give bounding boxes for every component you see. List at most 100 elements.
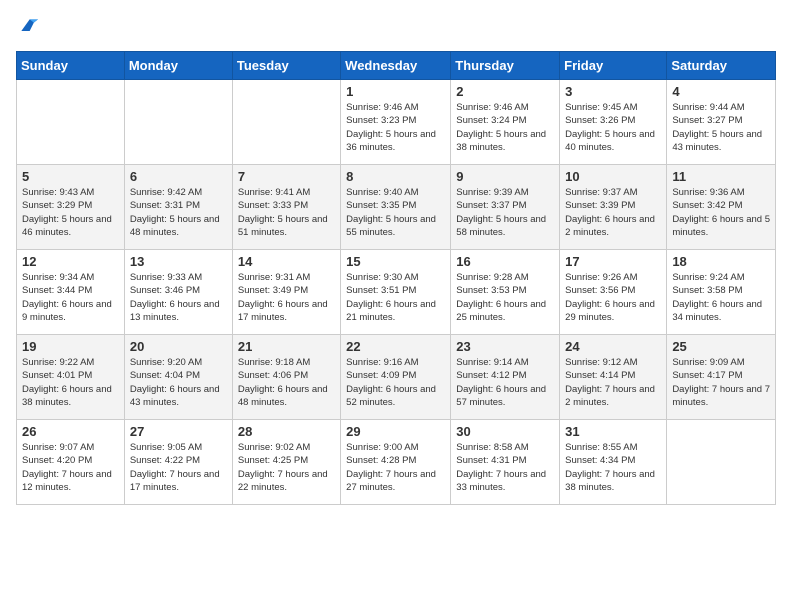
calendar-cell: [17, 80, 125, 165]
calendar-header-row: SundayMondayTuesdayWednesdayThursdayFrid…: [17, 52, 776, 80]
day-number: 21: [238, 339, 335, 354]
calendar-cell: 6 Sunrise: 9:42 AM Sunset: 3:31 PM Daylig…: [124, 165, 232, 250]
calendar-cell: 18 Sunrise: 9:24 AM Sunset: 3:58 PM Dayli…: [667, 250, 776, 335]
calendar-cell: 2 Sunrise: 9:46 AM Sunset: 3:24 PM Daylig…: [451, 80, 560, 165]
calendar-cell: 23Sunrise: 9:14 AM Sunset: 4:12 PM Dayli…: [451, 335, 560, 420]
calendar-cell: 4 Sunrise: 9:44 AM Sunset: 3:27 PM Daylig…: [667, 80, 776, 165]
day-header-tuesday: Tuesday: [232, 52, 340, 80]
day-header-thursday: Thursday: [451, 52, 560, 80]
day-info: Sunrise: 9:41 AM Sunset: 3:33 PM Dayligh…: [238, 186, 335, 239]
day-info: Sunrise: 9:16 AM Sunset: 4:09 PM Dayligh…: [346, 356, 445, 409]
day-header-sunday: Sunday: [17, 52, 125, 80]
day-number: 13: [130, 254, 227, 269]
calendar-cell: [667, 420, 776, 505]
day-number: 19: [22, 339, 119, 354]
calendar-cell: 5Sunrise: 9:43 AM Sunset: 3:29 PM Daylig…: [17, 165, 125, 250]
day-number: 9: [456, 169, 554, 184]
calendar-cell: 10 Sunrise: 9:37 AM Sunset: 3:39 PM Dayli…: [560, 165, 667, 250]
calendar-cell: 24Sunrise: 9:12 AM Sunset: 4:14 PM Dayli…: [560, 335, 667, 420]
logo-icon: [18, 16, 38, 36]
calendar-cell: 28Sunrise: 9:02 AM Sunset: 4:25 PM Dayli…: [232, 420, 340, 505]
day-info: Sunrise: 9:00 AM Sunset: 4:28 PM Dayligh…: [346, 441, 445, 494]
day-info: Sunrise: 8:55 AM Sunset: 4:34 PM Dayligh…: [565, 441, 661, 494]
calendar-cell: 13 Sunrise: 9:33 AM Sunset: 3:46 PM Dayli…: [124, 250, 232, 335]
day-info: Sunrise: 9:39 AM Sunset: 3:37 PM Dayligh…: [456, 186, 554, 239]
day-info: Sunrise: 9:34 AM Sunset: 3:44 PM Dayligh…: [22, 271, 119, 324]
day-number: 22: [346, 339, 445, 354]
calendar-cell: 15 Sunrise: 9:30 AM Sunset: 3:51 PM Dayli…: [341, 250, 451, 335]
day-number: 16: [456, 254, 554, 269]
day-info: Sunrise: 8:58 AM Sunset: 4:31 PM Dayligh…: [456, 441, 554, 494]
day-info: Sunrise: 9:31 AM Sunset: 3:49 PM Dayligh…: [238, 271, 335, 324]
day-info: Sunrise: 9:30 AM Sunset: 3:51 PM Dayligh…: [346, 271, 445, 324]
day-info: Sunrise: 9:09 AM Sunset: 4:17 PM Dayligh…: [672, 356, 770, 409]
day-number: 11: [672, 169, 770, 184]
day-number: 27: [130, 424, 227, 439]
day-number: 15: [346, 254, 445, 269]
day-number: 31: [565, 424, 661, 439]
day-header-wednesday: Wednesday: [341, 52, 451, 80]
day-number: 4: [672, 84, 770, 99]
logo: [16, 16, 40, 41]
calendar-cell: 20 Sunrise: 9:20 AM Sunset: 4:04 PM Dayli…: [124, 335, 232, 420]
calendar-cell: 14 Sunrise: 9:31 AM Sunset: 3:49 PM Dayli…: [232, 250, 340, 335]
day-number: 8: [346, 169, 445, 184]
day-info: Sunrise: 9:37 AM Sunset: 3:39 PM Dayligh…: [565, 186, 661, 239]
calendar-cell: 12 Sunrise: 9:34 AM Sunset: 3:44 PM Dayli…: [17, 250, 125, 335]
day-number: 26: [22, 424, 119, 439]
day-info: Sunrise: 9:26 AM Sunset: 3:56 PM Dayligh…: [565, 271, 661, 324]
day-info: Sunrise: 9:42 AM Sunset: 3:31 PM Dayligh…: [130, 186, 227, 239]
calendar-week-row: 19Sunrise: 9:22 AM Sunset: 4:01 PM Dayli…: [17, 335, 776, 420]
day-number: 14: [238, 254, 335, 269]
calendar-cell: 19Sunrise: 9:22 AM Sunset: 4:01 PM Dayli…: [17, 335, 125, 420]
day-header-friday: Friday: [560, 52, 667, 80]
calendar-cell: 1 Sunrise: 9:46 AM Sunset: 3:23 PM Daylig…: [341, 80, 451, 165]
day-number: 1: [346, 84, 445, 99]
day-number: 20: [130, 339, 227, 354]
page-header: [16, 16, 776, 41]
day-info: Sunrise: 9:18 AM Sunset: 4:06 PM Dayligh…: [238, 356, 335, 409]
day-number: 17: [565, 254, 661, 269]
calendar-cell: 30 Sunrise: 8:58 AM Sunset: 4:31 PM Dayli…: [451, 420, 560, 505]
day-info: Sunrise: 9:45 AM Sunset: 3:26 PM Dayligh…: [565, 101, 661, 154]
day-info: Sunrise: 9:02 AM Sunset: 4:25 PM Dayligh…: [238, 441, 335, 494]
day-number: 25: [672, 339, 770, 354]
calendar-cell: [124, 80, 232, 165]
calendar-cell: 7Sunrise: 9:41 AM Sunset: 3:33 PM Daylig…: [232, 165, 340, 250]
calendar-week-row: 1 Sunrise: 9:46 AM Sunset: 3:23 PM Daylig…: [17, 80, 776, 165]
day-number: 18: [672, 254, 770, 269]
day-info: Sunrise: 9:46 AM Sunset: 3:23 PM Dayligh…: [346, 101, 445, 154]
day-info: Sunrise: 9:20 AM Sunset: 4:04 PM Dayligh…: [130, 356, 227, 409]
day-number: 29: [346, 424, 445, 439]
day-number: 30: [456, 424, 554, 439]
calendar-cell: 8Sunrise: 9:40 AM Sunset: 3:35 PM Daylig…: [341, 165, 451, 250]
calendar-week-row: 26 Sunrise: 9:07 AM Sunset: 4:20 PM Dayli…: [17, 420, 776, 505]
calendar-cell: 17 Sunrise: 9:26 AM Sunset: 3:56 PM Dayli…: [560, 250, 667, 335]
calendar-cell: 16 Sunrise: 9:28 AM Sunset: 3:53 PM Dayli…: [451, 250, 560, 335]
day-number: 5: [22, 169, 119, 184]
day-info: Sunrise: 9:07 AM Sunset: 4:20 PM Dayligh…: [22, 441, 119, 494]
day-info: Sunrise: 9:44 AM Sunset: 3:27 PM Dayligh…: [672, 101, 770, 154]
calendar-cell: 21 Sunrise: 9:18 AM Sunset: 4:06 PM Dayli…: [232, 335, 340, 420]
day-header-saturday: Saturday: [667, 52, 776, 80]
day-info: Sunrise: 9:05 AM Sunset: 4:22 PM Dayligh…: [130, 441, 227, 494]
day-info: Sunrise: 9:28 AM Sunset: 3:53 PM Dayligh…: [456, 271, 554, 324]
calendar-cell: 26 Sunrise: 9:07 AM Sunset: 4:20 PM Dayli…: [17, 420, 125, 505]
calendar-cell: 22 Sunrise: 9:16 AM Sunset: 4:09 PM Dayli…: [341, 335, 451, 420]
calendar-table: SundayMondayTuesdayWednesdayThursdayFrid…: [16, 51, 776, 505]
calendar-week-row: 12 Sunrise: 9:34 AM Sunset: 3:44 PM Dayli…: [17, 250, 776, 335]
day-info: Sunrise: 9:24 AM Sunset: 3:58 PM Dayligh…: [672, 271, 770, 324]
day-number: 10: [565, 169, 661, 184]
calendar-cell: [232, 80, 340, 165]
calendar-cell: 3 Sunrise: 9:45 AM Sunset: 3:26 PM Daylig…: [560, 80, 667, 165]
day-info: Sunrise: 9:46 AM Sunset: 3:24 PM Dayligh…: [456, 101, 554, 154]
day-number: 12: [22, 254, 119, 269]
calendar-cell: 11Sunrise: 9:36 AM Sunset: 3:42 PM Dayli…: [667, 165, 776, 250]
day-number: 2: [456, 84, 554, 99]
day-number: 6: [130, 169, 227, 184]
day-info: Sunrise: 9:33 AM Sunset: 3:46 PM Dayligh…: [130, 271, 227, 324]
day-number: 23: [456, 339, 554, 354]
calendar-cell: 29 Sunrise: 9:00 AM Sunset: 4:28 PM Dayli…: [341, 420, 451, 505]
calendar-cell: 31 Sunrise: 8:55 AM Sunset: 4:34 PM Dayli…: [560, 420, 667, 505]
day-number: 3: [565, 84, 661, 99]
